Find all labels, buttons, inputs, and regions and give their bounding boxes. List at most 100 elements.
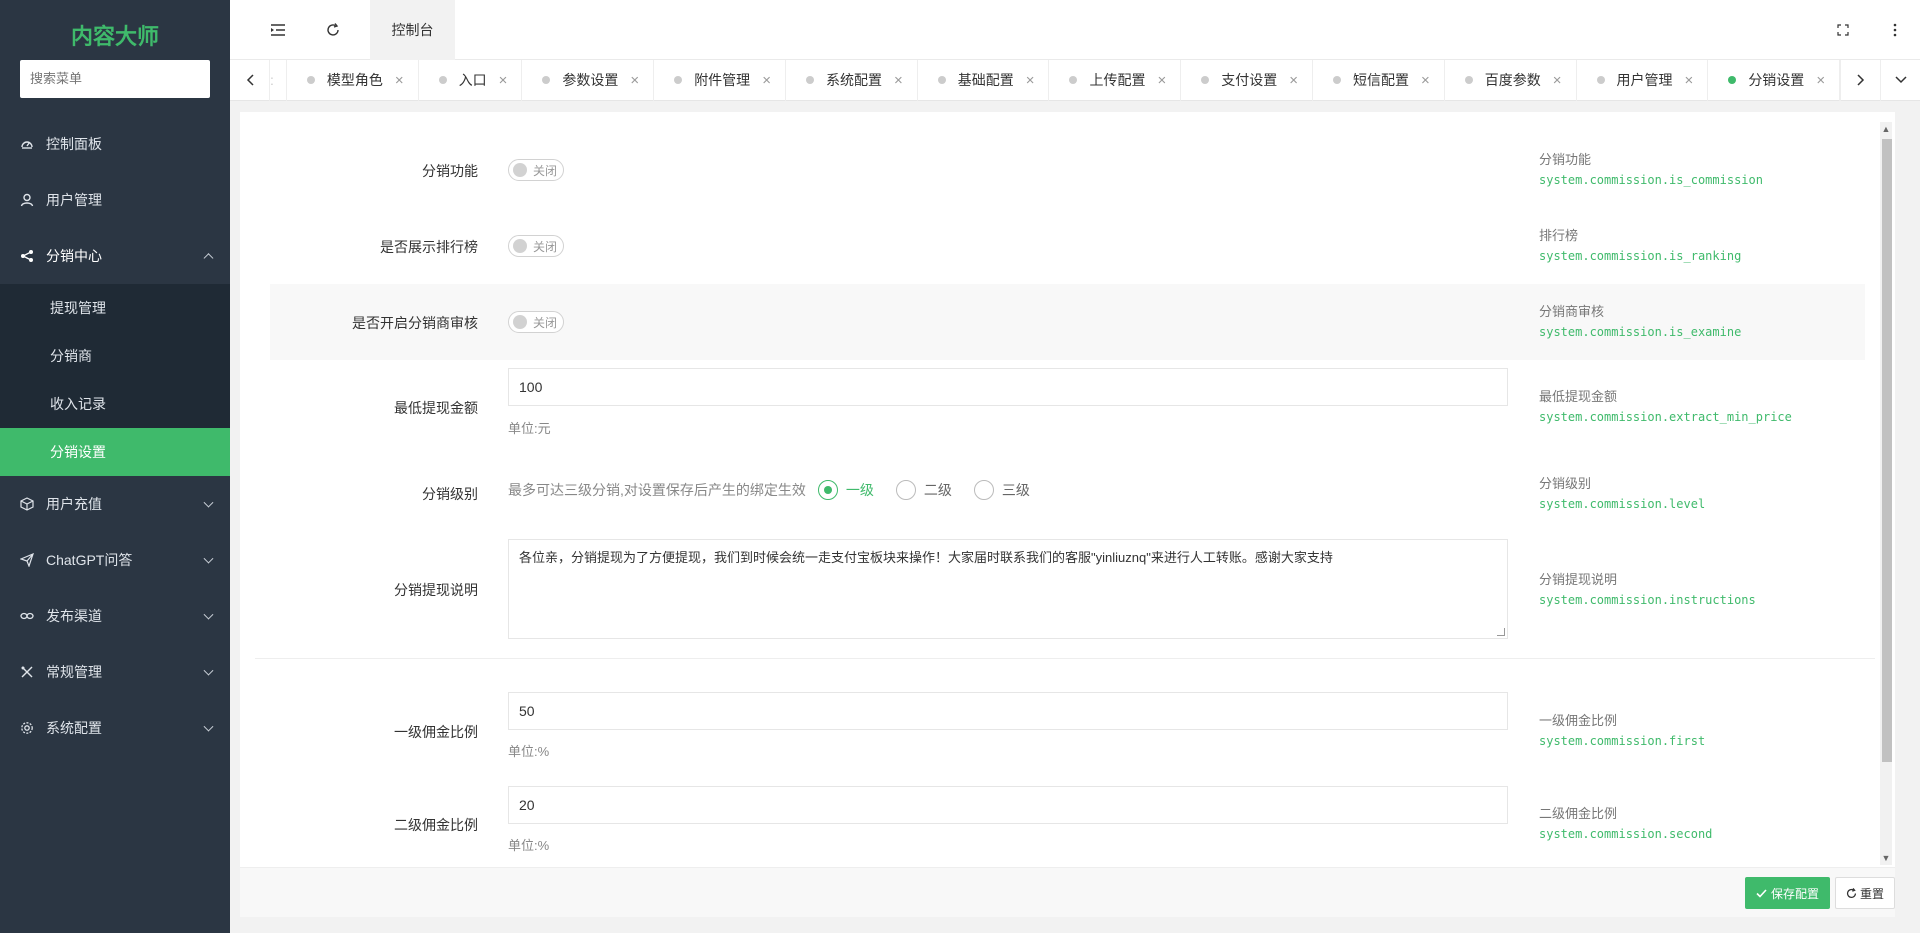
help-title: 分销提现说明	[1539, 572, 1618, 587]
sidebar-item-distributors[interactable]: 分销商	[0, 332, 230, 380]
close-icon[interactable]: ×	[1026, 72, 1035, 89]
field-help: 分销提现说明 system.commission.instructions	[1539, 570, 1756, 610]
tab-baidu[interactable]: 百度参数 ×	[1445, 59, 1577, 101]
tab-basic-config[interactable]: 基础配置 ×	[918, 59, 1050, 101]
reset-button[interactable]: 重置	[1835, 877, 1895, 909]
sidebar-item-distribution-settings[interactable]: 分销设置	[0, 428, 230, 476]
tab-dot	[1596, 76, 1605, 84]
field-help: 分销功能 system.commission.is_commission	[1539, 150, 1763, 190]
tab-distribution-settings[interactable]: 分销设置 ×	[1708, 59, 1840, 101]
refresh-button[interactable]	[308, 0, 358, 60]
save-label: 保存配置	[1770, 886, 1819, 901]
dashboard-icon	[20, 137, 34, 151]
scroll-up-icon[interactable]: ▲	[1881, 124, 1891, 134]
tab-dot	[306, 76, 315, 84]
field-help: 二级佣金比例 system.commission.second	[1539, 804, 1712, 844]
chevron-left-icon	[246, 74, 254, 86]
radio-level-2[interactable]: 二级	[895, 480, 952, 500]
close-icon[interactable]: ×	[894, 72, 903, 89]
first-commission-input[interactable]: 50	[508, 692, 1508, 730]
help-title: 最低提现金额	[1539, 389, 1618, 404]
instructions-textarea[interactable]: 各位亲，分销提现为了方便提现，我们到时候会统一走支付宝板块来操作！大家届时联系我…	[508, 539, 1508, 639]
close-icon[interactable]: ×	[1553, 72, 1562, 89]
close-icon[interactable]: ×	[499, 72, 508, 89]
close-icon[interactable]: ×	[1157, 72, 1166, 89]
form-row-is-ranking: 是否展示排行榜 关闭 排行榜 system.commission.is_rank…	[270, 208, 1865, 284]
tab-params[interactable]: 参数设置 ×	[522, 59, 655, 101]
sidebar-item-general[interactable]: 常规管理	[0, 644, 230, 700]
check-icon	[1756, 888, 1767, 898]
radio-level-1[interactable]: 一级	[817, 480, 874, 500]
tab-dot	[1464, 76, 1473, 84]
tab-dot	[674, 76, 683, 84]
is-ranking-switch[interactable]: 关闭	[508, 235, 564, 257]
tab-sms[interactable]: 短信配置 ×	[1313, 59, 1445, 101]
scroll-thumb[interactable]	[1882, 139, 1892, 762]
close-icon[interactable]: ×	[762, 72, 771, 89]
field-label: 是否开启分销商审核	[352, 315, 478, 331]
save-config-button[interactable]: 保存配置	[1745, 877, 1830, 909]
radio-label: 三级	[1001, 482, 1030, 498]
help-key: system.commission.is_ranking	[1539, 249, 1742, 263]
help-title: 分销级别	[1539, 476, 1592, 491]
is-commission-switch[interactable]: 关闭	[508, 159, 564, 181]
close-icon[interactable]: ×	[1289, 72, 1298, 89]
tabs-scroll-left[interactable]	[230, 59, 270, 101]
sidebar-item-income-records[interactable]: 收入记录	[0, 380, 230, 428]
sidebar-item-label: 用户管理	[46, 192, 102, 208]
scroll-down-icon[interactable]: ▼	[1881, 853, 1891, 863]
collapse-menu-button[interactable]	[253, 0, 303, 60]
tab-upload-config[interactable]: 上传配置 ×	[1049, 59, 1182, 101]
sidebar-menu: 控制面板 用户管理 分销中心 提现管理 分销商 收入记录 分销设置 用户充值 C…	[0, 116, 230, 756]
chevron-down-icon	[203, 553, 214, 564]
help-title: 分销功能	[1539, 152, 1592, 167]
tab-payment[interactable]: 支付设置 ×	[1181, 59, 1314, 101]
sidebar-item-recharge[interactable]: 用户充值	[0, 476, 230, 532]
tab-dashboard[interactable]: 控制台	[370, 0, 455, 60]
content-scrollbar[interactable]: ▲ ▼	[1880, 122, 1892, 865]
close-icon[interactable]: ×	[1685, 72, 1694, 89]
user-icon	[20, 193, 34, 207]
tabs-scroll-right[interactable]	[1840, 59, 1880, 101]
more-button[interactable]	[1870, 0, 1920, 60]
resize-handle-icon[interactable]	[1497, 628, 1505, 636]
sidebar-item-chatgpt[interactable]: ChatGPT问答	[0, 532, 230, 588]
sidebar-item-withdraw-management[interactable]: 提现管理	[0, 284, 230, 332]
radio-level-3[interactable]: 三级	[973, 480, 1030, 500]
tab-system-config[interactable]: 系统配置 ×	[786, 59, 918, 101]
chevron-down-icon	[203, 609, 214, 620]
sidebar-item-users[interactable]: 用户管理	[0, 172, 230, 228]
chevron-down-icon	[203, 665, 214, 676]
is-examine-switch[interactable]: 关闭	[508, 311, 564, 333]
extract-min-price-input[interactable]: 100	[508, 368, 1508, 406]
tab-entry[interactable]: 入口 ×	[419, 59, 523, 101]
distribution-submenu: 提现管理 分销商 收入记录 分销设置	[0, 284, 230, 476]
menu-search-input[interactable]	[20, 60, 210, 98]
field-unit: 单位:%	[508, 838, 550, 853]
sidebar-item-label: 常规管理	[46, 664, 102, 680]
tab-label: 支付设置	[1221, 72, 1278, 88]
tab-label: 附件管理	[694, 72, 751, 88]
section-divider	[255, 658, 1875, 659]
sidebar-item-dashboard[interactable]: 控制面板	[0, 116, 230, 172]
close-icon[interactable]: ×	[1421, 72, 1430, 89]
tab-users[interactable]: 用户管理 ×	[1577, 59, 1709, 101]
tab-dot	[937, 76, 946, 84]
tab-model-roles[interactable]: 模型角色 ×	[287, 59, 419, 101]
close-icon[interactable]: ×	[1816, 72, 1825, 89]
sidebar-item-channels[interactable]: 发布渠道	[0, 588, 230, 644]
close-icon[interactable]: ×	[630, 72, 639, 89]
close-icon[interactable]: ×	[395, 72, 404, 89]
radio-label: 二级	[923, 482, 952, 498]
tab-partial[interactable]: :	[270, 59, 287, 101]
help-title: 分销商审核	[1539, 304, 1605, 319]
second-commission-input[interactable]: 20	[508, 786, 1508, 824]
sidebar-item-distribution[interactable]: 分销中心	[0, 228, 230, 284]
tabs-dropdown[interactable]	[1880, 59, 1920, 101]
tabs-list: : 模型角色 × 入口 × 参数设置 × 附件管理 × 系统配置 × 基础配置 × 上传配置…	[270, 59, 1840, 101]
fullscreen-button[interactable]	[1818, 0, 1868, 60]
tab-attachments[interactable]: 附件管理 ×	[654, 59, 786, 101]
help-key: system.commission.level	[1539, 497, 1706, 511]
sidebar-item-system-config[interactable]: 系统配置	[0, 700, 230, 756]
help-key: system.commission.is_commission	[1539, 173, 1763, 187]
